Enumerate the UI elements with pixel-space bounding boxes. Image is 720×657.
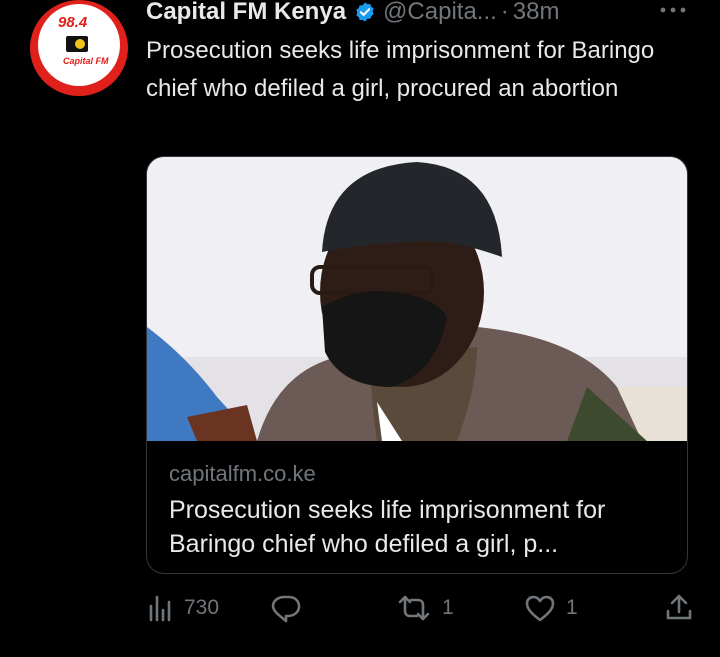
views-count: 730 — [184, 596, 220, 619]
retweet-count: 1 — [442, 596, 454, 619]
verified-badge-icon — [356, 2, 374, 22]
tweet-timestamp[interactable]: 38m — [513, 0, 560, 26]
avatar[interactable]: 98.4 Capital FM — [30, 0, 128, 96]
reply-action[interactable] — [270, 590, 312, 626]
tweet-header: Capital FM Kenya @Capita... · 38m — [146, 0, 559, 28]
views-icon — [149, 595, 171, 622]
like-count: 1 — [566, 596, 578, 619]
account-handle[interactable]: @Capita... — [383, 0, 497, 26]
share-icon — [666, 594, 692, 620]
tweet-text: Prosecution seeks life imprisonment for … — [146, 37, 655, 102]
card-image[interactable] — [147, 157, 688, 441]
card-title[interactable]: Prosecution seeks life imprisonment for … — [169, 493, 669, 561]
heart-icon — [525, 595, 555, 622]
reply-icon — [271, 595, 301, 623]
avatar-brand-text: Capital FM — [63, 56, 109, 66]
radio-logo-icon — [66, 36, 88, 52]
account-name[interactable]: Capital FM Kenya — [146, 0, 346, 26]
more-options-icon[interactable] — [655, 0, 691, 22]
views-action[interactable]: 730 — [146, 590, 219, 626]
link-card[interactable]: capitalfm.co.ke Prosecution seeks life i… — [146, 156, 688, 574]
card-domain[interactable]: capitalfm.co.ke — [169, 461, 316, 487]
share-action[interactable] — [664, 590, 694, 626]
header-separator: · — [500, 0, 509, 25]
retweet-action[interactable]: 1 — [396, 590, 454, 626]
avatar-frequency-text: 98.4 — [58, 14, 88, 31]
tweet-actions: 730 1 1 — [146, 590, 706, 630]
retweet-icon — [398, 595, 430, 621]
like-action[interactable]: 1 — [524, 590, 578, 626]
